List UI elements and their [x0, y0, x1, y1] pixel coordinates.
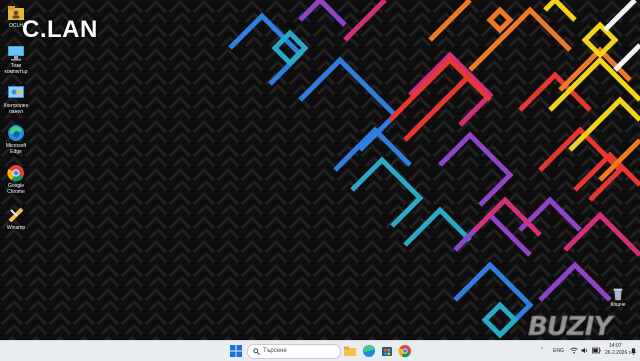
wallpaper	[0, 0, 640, 340]
desktop-icon-control-panel[interactable]: Контролен панел	[2, 84, 30, 115]
winamp-icon	[8, 207, 24, 223]
tray-overflow-chevron-icon[interactable]: ⌃	[540, 347, 544, 353]
desktop-icon-label: Контролен панел	[3, 103, 29, 115]
desktop-icon-this-pc[interactable]: Този компютър	[2, 44, 30, 75]
desktop-icon-edge[interactable]: Microsoft Edge	[2, 124, 30, 155]
search-box[interactable]: Търсене	[247, 344, 341, 359]
file-explorer-icon[interactable]	[343, 344, 357, 358]
wifi-icon[interactable]	[570, 347, 578, 354]
search-icon	[253, 348, 260, 355]
notification-bell-icon[interactable]	[630, 347, 637, 355]
volume-icon[interactable]	[581, 347, 589, 354]
user-folder-icon	[8, 6, 24, 20]
desktop-icon-recycle-bin[interactable]: Кошче	[604, 286, 632, 308]
edge-icon[interactable]	[362, 344, 376, 358]
chrome-icon	[7, 165, 24, 182]
desktop-icon-user-folder[interactable]: OCLH	[2, 4, 30, 29]
brand-text: C.LAN	[22, 16, 98, 43]
edge-icon	[8, 125, 24, 141]
desktop-icon-label: Кошче	[610, 302, 626, 308]
desktop-icon-label: Този компютър	[4, 63, 28, 75]
control-panel-icon	[8, 86, 24, 98]
store-icon[interactable]	[380, 344, 394, 358]
taskbar: Търсене ⌃ ENG 14:07 26.2.2026 г.	[0, 340, 640, 361]
recycle-bin-icon	[613, 288, 623, 301]
desktop-icon-label: Winamp	[6, 225, 26, 231]
desktop-icon-label: Microsoft Edge	[5, 143, 27, 155]
desktop-icon-chrome[interactable]: Google Chrome	[2, 164, 30, 195]
clock-date[interactable]: 26.2.2026 г.	[605, 350, 631, 356]
search-placeholder: Търсене	[263, 348, 287, 354]
this-pc-icon	[8, 46, 24, 61]
battery-icon[interactable]	[592, 347, 601, 354]
desktop-icon-label: OCLH	[9, 23, 23, 29]
clock-time[interactable]: 14:07	[609, 343, 622, 349]
language-indicator[interactable]: ENG	[553, 348, 564, 354]
start-icon[interactable]	[229, 344, 243, 358]
chrome-icon[interactable]	[398, 344, 412, 358]
watermark: BUZIY	[527, 312, 612, 343]
desktop-icon-winamp[interactable]: Winamp	[2, 206, 30, 231]
desktop-icon-label: Google Chrome	[7, 183, 25, 195]
